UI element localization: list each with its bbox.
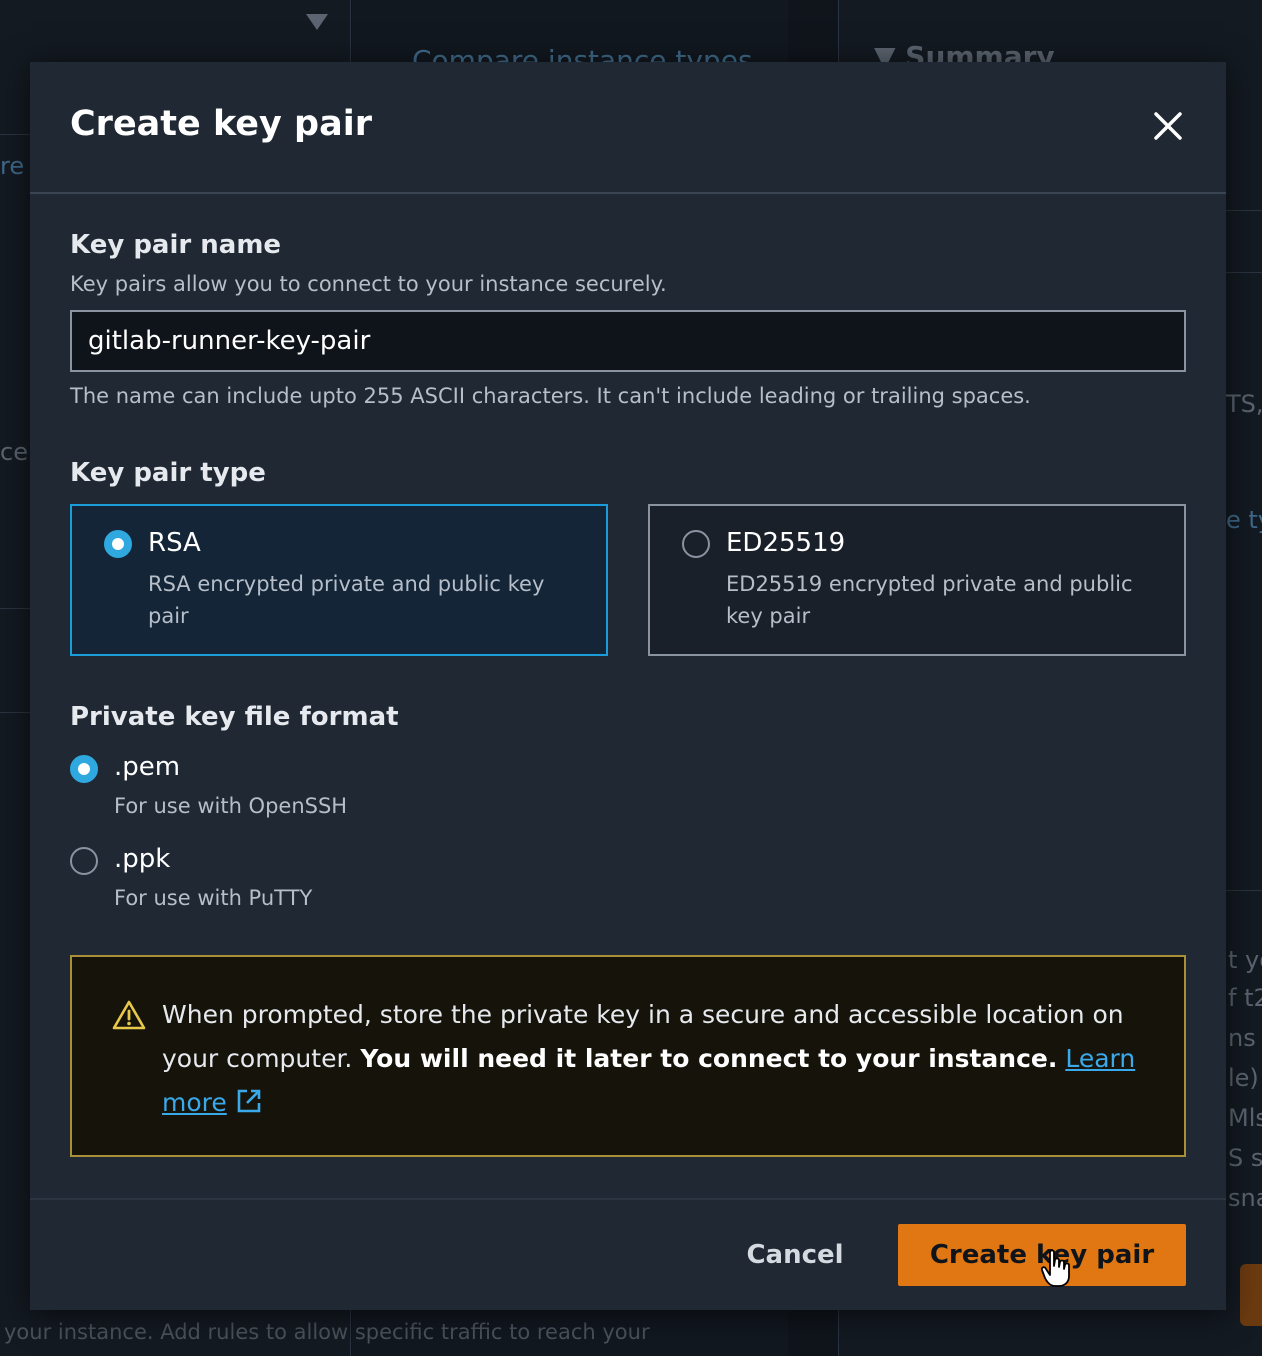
key-pair-name-input[interactable] <box>70 310 1186 372</box>
key-pair-name-constraint: The name can include upto 255 ASCII char… <box>70 384 1031 408</box>
dialog-header: Create key pair <box>30 62 1226 194</box>
close-icon <box>1154 112 1182 140</box>
background-divider <box>1226 272 1262 273</box>
dialog-title: Create key pair <box>70 104 372 144</box>
ppk-option-label[interactable]: .ppk <box>114 844 170 874</box>
background-button <box>1240 1264 1262 1326</box>
background-bottom-text: your instance. Add rules to allow specif… <box>4 1320 650 1344</box>
alert-message: When prompted, store the private key in … <box>162 993 1142 1125</box>
alert-text-bold: You will need it later to connect to you… <box>360 1044 1058 1073</box>
key-pair-name-description: Key pairs allow you to connect to your i… <box>70 272 667 296</box>
create-key-pair-button[interactable]: Create key pair <box>898 1224 1186 1286</box>
cancel-button[interactable]: Cancel <box>730 1224 860 1286</box>
close-button[interactable] <box>1148 106 1188 146</box>
background-divider <box>1226 210 1262 211</box>
ppk-radio[interactable] <box>70 847 98 875</box>
external-link-icon <box>237 1089 261 1113</box>
warning-icon <box>112 1000 146 1030</box>
ed25519-radio[interactable] <box>682 530 710 558</box>
background-fragment: t yo <box>1228 946 1262 974</box>
background-fragment: ns <box>1228 1024 1256 1052</box>
background-divider <box>0 134 30 135</box>
background-fragment: f t2 <box>1228 984 1262 1012</box>
pem-option-label[interactable]: .pem <box>114 752 180 782</box>
create-key-pair-dialog: Create key pair Key pair name Key pairs … <box>30 62 1226 1310</box>
background-divider <box>1226 890 1262 891</box>
background-fragment: sna <box>1228 1184 1262 1212</box>
background-fragment: S st <box>1228 1144 1262 1172</box>
pem-option-description: For use with OpenSSH <box>114 794 348 818</box>
ppk-option-description: For use with PuTTY <box>114 886 313 910</box>
key-pair-type-label: Key pair type <box>70 458 266 488</box>
rsa-radio[interactable] <box>104 530 132 558</box>
key-type-description: RSA encrypted private and public key pai… <box>148 572 545 628</box>
dropdown-caret-icon <box>306 14 328 30</box>
key-type-description: ED25519 encrypted private and public key… <box>726 572 1133 628</box>
footer-divider <box>30 1198 1226 1200</box>
background-divider <box>0 712 30 713</box>
key-pair-name-label: Key pair name <box>70 230 282 260</box>
background-fragment: re <box>0 152 25 180</box>
key-type-tile-ed25519[interactable]: ED25519 ED25519 encrypted private and pu… <box>648 504 1186 656</box>
background-fragment: le) <box>1228 1064 1259 1092</box>
background-fragment: e ty <box>1226 506 1262 534</box>
background-divider <box>0 608 30 609</box>
warning-alert: When prompted, store the private key in … <box>70 955 1186 1157</box>
background-fragment: TS, <box>1226 390 1262 418</box>
pem-radio[interactable] <box>70 755 98 783</box>
file-format-label: Private key file format <box>70 702 399 732</box>
key-type-title: ED25519 <box>726 528 846 558</box>
background-fragment: Mls <box>1228 1104 1262 1132</box>
key-type-tile-rsa[interactable]: RSA RSA encrypted private and public key… <box>70 504 608 656</box>
key-type-title: RSA <box>148 528 201 558</box>
